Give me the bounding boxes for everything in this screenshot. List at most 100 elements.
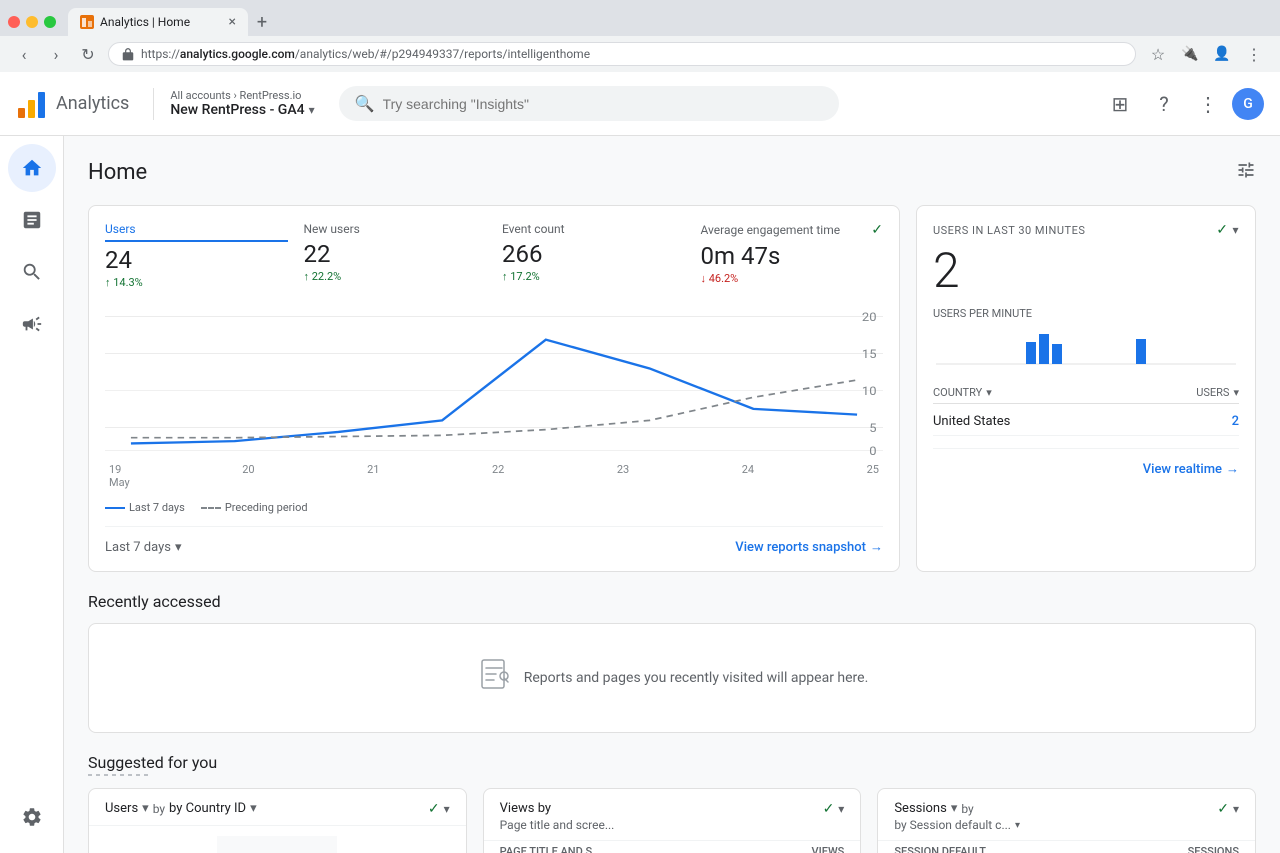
arrow-right-icon: → xyxy=(870,539,883,555)
metric-new-users-change: ↑ 22.2% xyxy=(304,270,487,283)
url-domain: analytics.google.com xyxy=(180,47,295,61)
metric-engagement-value: 0m 47s xyxy=(701,242,884,270)
check-icon: ✓ xyxy=(823,801,835,817)
property-name[interactable]: New RentPress - GA4 ▾ xyxy=(170,102,314,118)
country-name: United States xyxy=(933,414,1010,429)
reports-icon xyxy=(21,209,43,231)
suggest-card-1-header: Users ▾ by by Country ID ▾ ✓ ▾ xyxy=(89,789,466,826)
mini-chart-svg xyxy=(933,324,1239,374)
back-button[interactable]: ‹ xyxy=(12,42,36,66)
more-options-icon[interactable]: ⋮ xyxy=(1188,84,1228,124)
stats-card-footer: Last 7 days ▾ View reports snapshot → xyxy=(105,526,883,555)
app-title: Analytics xyxy=(56,93,129,114)
check-icon: ✓ xyxy=(1217,801,1229,817)
suggest-card-1-title: Users ▾ by by Country ID ▾ xyxy=(105,801,257,816)
metric-event-count: Event count 266 ↑ 17.2% xyxy=(502,222,685,289)
col-views[interactable]: VIEWS xyxy=(812,845,845,853)
sidebar-item-advertising[interactable] xyxy=(8,300,56,348)
grid-icon[interactable]: ⊞ xyxy=(1100,84,1140,124)
check-icon: ✓ xyxy=(428,801,440,817)
metric-engagement: Average engagement time ✓ 0m 47s ↓ 46.2% xyxy=(701,222,884,289)
metric-event-change: ↑ 17.2% xyxy=(502,270,685,283)
more-icon[interactable]: ⋮ xyxy=(1240,40,1268,68)
metric-users-value: 24 xyxy=(105,246,288,274)
legend-line-solid xyxy=(105,507,125,509)
url-text: https://analytics.google.com/analytics/w… xyxy=(141,47,590,61)
dropdown-icon[interactable]: ▾ xyxy=(444,802,450,816)
maximize-window-button[interactable] xyxy=(44,16,56,28)
tab-title: Analytics | Home xyxy=(100,15,223,29)
header-actions: ⊞ ? ⋮ G xyxy=(1100,84,1264,124)
sidebar-item-settings[interactable] xyxy=(8,793,56,841)
minimize-window-button[interactable] xyxy=(26,16,38,28)
col-page-title[interactable]: PAGE TITLE AND S... xyxy=(500,845,602,853)
dropdown-icon[interactable]: ▾ xyxy=(838,802,844,816)
explore-icon xyxy=(21,261,43,283)
legend-current: Last 7 days xyxy=(105,501,185,514)
metric-grid: Users 24 ↑ 14.3% New users 22 ↑ 22.2% xyxy=(105,222,883,289)
realtime-dropdown[interactable]: ▾ xyxy=(1232,223,1239,237)
tab-bar: Analytics | Home × + xyxy=(0,0,1280,36)
metric-event-label[interactable]: Event count xyxy=(502,222,685,236)
bookmark-icon[interactable]: ☆ xyxy=(1144,40,1172,68)
world-map-svg xyxy=(217,836,337,853)
browser-nav-bar: ‹ › ↻ https://analytics.google.com/analy… xyxy=(0,36,1280,72)
browser-chrome: Analytics | Home × + ‹ › ↻ https://analy… xyxy=(0,0,1280,72)
realtime-count: 2 xyxy=(933,242,1239,299)
header-search-bar[interactable]: 🔍 xyxy=(339,86,839,121)
settings-icon xyxy=(21,806,43,828)
svg-text:0: 0 xyxy=(869,445,876,455)
suggest-card-3-actions: ✓ ▾ xyxy=(1217,801,1239,817)
tab-close-button[interactable]: × xyxy=(229,14,236,30)
suggest-card-views-page: Views by Page title and scree... ✓ ▾ PAG… xyxy=(483,788,862,853)
realtime-check-icon: ✓ xyxy=(1216,222,1228,238)
users-col-header[interactable]: USERS ▾ xyxy=(1196,386,1239,399)
metric-new-users-label[interactable]: New users xyxy=(304,222,487,236)
address-bar[interactable]: https://analytics.google.com/analytics/w… xyxy=(108,42,1136,66)
metric-new-users-value: 22 xyxy=(304,240,487,268)
suggest-card-1-actions: ✓ ▾ xyxy=(428,801,450,817)
url-path: /analytics/web/#/p294949337/reports/inte… xyxy=(295,47,590,61)
page-title-row: Home xyxy=(88,160,1256,185)
extensions-icon[interactable]: 🔌 xyxy=(1176,40,1204,68)
avatar[interactable]: G xyxy=(1232,88,1264,120)
close-window-button[interactable] xyxy=(8,16,20,28)
property-selector[interactable]: All accounts › RentPress.io New RentPres… xyxy=(170,89,314,118)
active-tab[interactable]: Analytics | Home × xyxy=(68,8,248,36)
profile-icon[interactable]: 👤 xyxy=(1208,40,1236,68)
mini-bar-chart xyxy=(933,324,1239,374)
view-snapshot-link[interactable]: View reports snapshot → xyxy=(735,539,883,555)
metric-new-users: New users 22 ↑ 22.2% xyxy=(304,222,487,289)
advertising-icon xyxy=(21,313,43,335)
country-col-header[interactable]: COUNTRY ▾ xyxy=(933,386,992,399)
sidebar-item-explore[interactable] xyxy=(8,248,56,296)
chevron-down-icon: ▾ xyxy=(175,540,182,555)
help-icon[interactable]: ? xyxy=(1144,84,1184,124)
col-sessions[interactable]: SESSIONS xyxy=(1188,845,1239,853)
new-tab-button[interactable]: + xyxy=(248,8,276,36)
app-body: Home Users 24 ↑ 14.3% xyxy=(0,136,1280,853)
customize-icon[interactable] xyxy=(1236,160,1256,185)
forward-button[interactable]: › xyxy=(44,42,68,66)
svg-text:5: 5 xyxy=(869,422,876,435)
map-area xyxy=(89,826,466,853)
col-session-default[interactable]: SESSION DEFAULT ... xyxy=(894,845,997,853)
dropdown-icon[interactable]: ▾ xyxy=(1233,802,1239,816)
sidebar-item-home[interactable] xyxy=(8,144,56,192)
metric-check-icon: ✓ xyxy=(871,222,883,238)
main-content: Home Users 24 ↑ 14.3% xyxy=(64,136,1280,853)
stats-row: Users 24 ↑ 14.3% New users 22 ↑ 22.2% xyxy=(88,205,1256,572)
refresh-button[interactable]: ↻ xyxy=(76,42,100,66)
sidebar-item-reports[interactable] xyxy=(8,196,56,244)
legend-line-dashed xyxy=(201,507,221,509)
main-stats-card: Users 24 ↑ 14.3% New users 22 ↑ 22.2% xyxy=(88,205,900,572)
suggested-title: Suggested for you xyxy=(88,753,1256,776)
nav-actions: ☆ 🔌 👤 ⋮ xyxy=(1144,40,1268,68)
date-range-selector[interactable]: Last 7 days ▾ xyxy=(105,540,182,555)
search-input[interactable] xyxy=(383,96,823,112)
metric-users-label[interactable]: Users xyxy=(105,222,288,242)
suggest-card-3-header: Sessions ▾ by by Session default c... ▾ … xyxy=(878,789,1255,841)
metric-engagement-label[interactable]: Average engagement time ✓ xyxy=(701,222,884,238)
realtime-footer: View realtime → xyxy=(933,448,1239,477)
view-realtime-link[interactable]: View realtime → xyxy=(1143,461,1239,477)
